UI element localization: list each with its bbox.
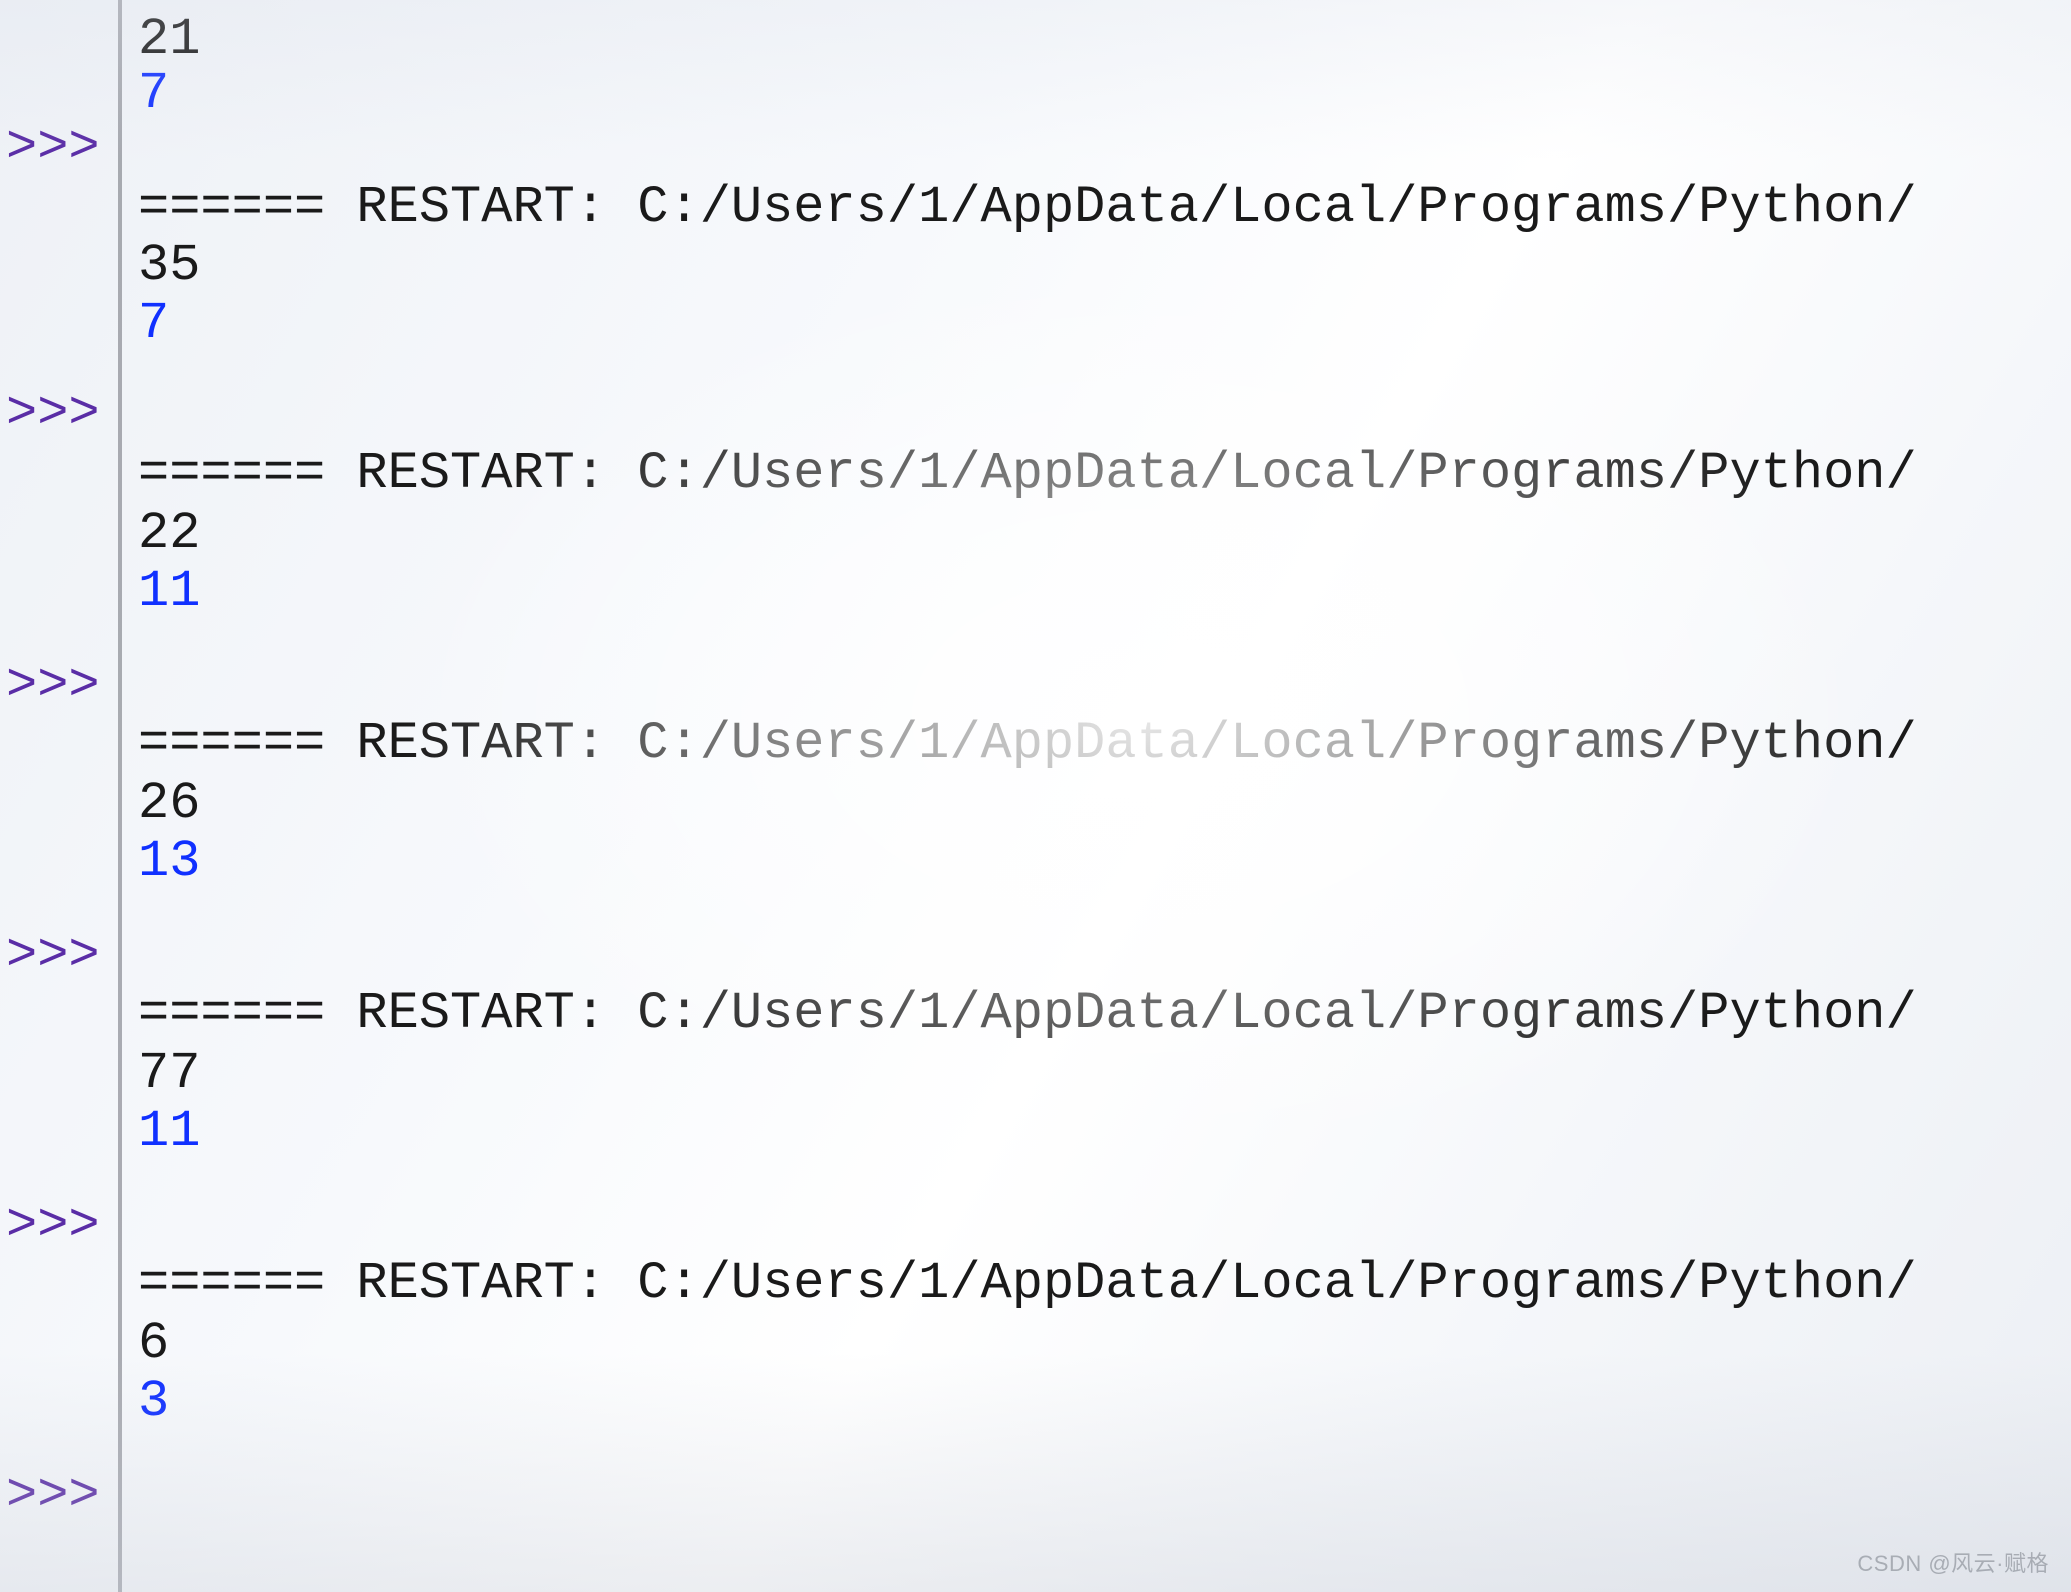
- output-value: 21: [138, 14, 200, 66]
- output-value: 77: [138, 1048, 200, 1100]
- output-value: 7: [138, 68, 169, 120]
- output-value: 13: [138, 836, 200, 888]
- prompt-marker: >>>: [6, 388, 100, 440]
- idle-shell-window: >>> >>> >>> >>> >>> >>> 21 7 ====== REST…: [0, 0, 2071, 1592]
- output-value: 35: [138, 240, 200, 292]
- output-value: 3: [138, 1376, 169, 1428]
- output-value: 22: [138, 508, 200, 560]
- prompt-marker: >>>: [6, 1200, 100, 1252]
- restart-banner: ====== RESTART: C:/Users/1/AppData/Local…: [138, 182, 1917, 234]
- output-value: 6: [138, 1318, 169, 1370]
- restart-banner: ====== RESTART: C:/Users/1/AppData/Local…: [138, 718, 1917, 770]
- csdn-watermark: CSDN @风云·赋格: [1857, 1546, 2049, 1578]
- shell-output-area[interactable]: 21 7 ====== RESTART: C:/Users/1/AppData/…: [138, 0, 2071, 1592]
- restart-banner: ====== RESTART: C:/Users/1/AppData/Local…: [138, 1258, 1917, 1310]
- prompt-marker: >>>: [6, 122, 100, 174]
- restart-banner: ====== RESTART: C:/Users/1/AppData/Local…: [138, 448, 1917, 500]
- gutter-separator: [118, 0, 122, 1592]
- prompt-gutter: >>> >>> >>> >>> >>> >>>: [0, 0, 118, 1592]
- output-value: 11: [138, 1106, 200, 1158]
- output-value: 11: [138, 566, 200, 618]
- restart-banner: ====== RESTART: C:/Users/1/AppData/Local…: [138, 988, 1917, 1040]
- prompt-marker: >>>: [6, 660, 100, 712]
- output-value: 26: [138, 778, 200, 830]
- output-value: 7: [138, 298, 169, 350]
- prompt-marker: >>>: [6, 930, 100, 982]
- prompt-marker: >>>: [6, 1470, 100, 1522]
